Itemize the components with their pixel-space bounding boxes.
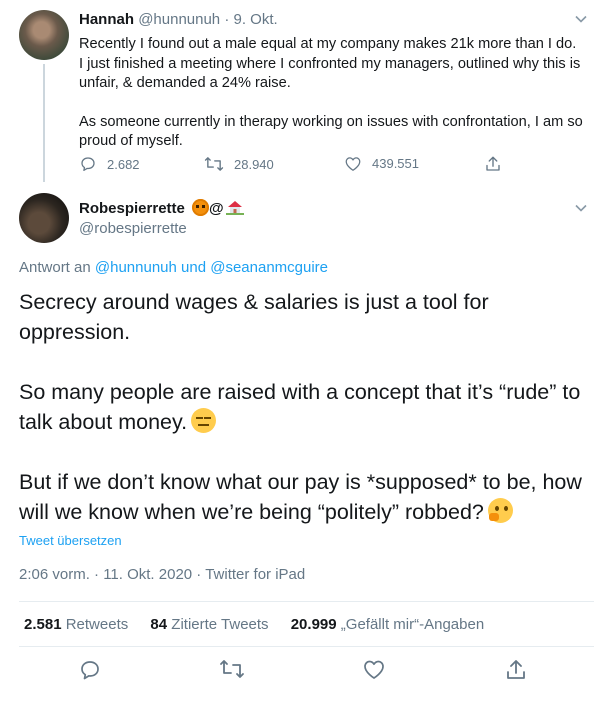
mention-link[interactable]: @seananmcguire (210, 259, 328, 276)
tweet-paragraph-text: Secrecy around wages & salaries is just … (19, 290, 489, 344)
like-button[interactable] (362, 658, 386, 680)
tweet-paragraph: As someone currently in therapy working … (79, 113, 583, 150)
tweet-timestamp[interactable]: 2:06 vorm. · 11. Okt. 2020 · Twitter for… (19, 566, 305, 583)
retweets-count: 2.581 (24, 616, 62, 633)
share-button[interactable] (504, 658, 528, 682)
chevron-down-icon[interactable] (574, 12, 588, 26)
like-button[interactable]: 439.551 (344, 155, 419, 172)
reply-tweet[interactable]: Hannah @hunnunuh · 9. Okt. Recently I fo… (0, 0, 604, 185)
replying-prefix: Antwort an (19, 259, 91, 276)
chevron-down-icon[interactable] (574, 201, 588, 215)
retweet-icon (204, 155, 224, 173)
share-icon (484, 155, 502, 173)
reply-icon (78, 658, 102, 682)
retweet-button[interactable] (219, 658, 245, 680)
tweet-text: Recently I found out a male equal at my … (79, 35, 584, 152)
replying-and: und (181, 259, 207, 276)
expressionless-face-icon (191, 408, 217, 433)
translate-link[interactable]: Tweet übersetzen (19, 533, 122, 548)
share-button[interactable] (484, 155, 502, 173)
retweet-button[interactable]: 28.940 (204, 155, 274, 173)
retweet-icon (219, 658, 245, 680)
display-name-suffix: @ (209, 200, 224, 217)
likes-count: 20.999 (290, 616, 337, 633)
retweets-label: Retweets (65, 616, 129, 633)
replying-to: Antwort an @hunnunuh und @seananmcguire (19, 259, 328, 276)
reply-button[interactable] (78, 658, 102, 682)
like-icon (362, 658, 386, 680)
tweet-text: Secrecy around wages & salaries is just … (19, 287, 594, 527)
quotes-label: Zitierte Tweets (171, 616, 269, 633)
tweet-paragraph-text: So many people are raised with a concept… (19, 380, 581, 434)
house-icon (225, 199, 244, 215)
reply-count: 2.682 (107, 156, 140, 172)
thinking-face-icon (487, 498, 513, 523)
divider (19, 646, 594, 647)
tweet-header: Robespierrette @ @robespierrette (79, 199, 244, 237)
tweet-actions: 2.682 28.940 439.551 (79, 155, 509, 175)
quotes-stat[interactable]: 84 Zitierte Tweets (150, 616, 268, 633)
tweet-header: Hannah @hunnunuh · 9. Okt. (79, 11, 278, 28)
share-icon (504, 658, 528, 682)
display-name[interactable]: Robespierrette (79, 200, 185, 217)
tweet-date[interactable]: 9. Okt. (234, 11, 278, 28)
tweet-stats: 2.581 Retweets 84 Zitierte Tweets 20.999… (24, 616, 502, 633)
like-icon (344, 155, 362, 172)
like-count: 439.551 (372, 156, 419, 171)
mention-link[interactable]: @hunnunuh (95, 259, 177, 276)
pumpkin-icon (192, 199, 210, 216)
retweets-stat[interactable]: 2.581 Retweets (24, 616, 128, 633)
retweet-count: 28.940 (234, 156, 274, 172)
reply-button[interactable]: 2.682 (79, 155, 140, 173)
user-handle[interactable]: @robespierrette (79, 220, 244, 237)
divider (19, 601, 594, 602)
likes-stat[interactable]: 20.999 „Gefällt mir“-Angaben (291, 616, 484, 633)
avatar[interactable] (19, 193, 69, 243)
quotes-count: 84 (150, 616, 168, 633)
avatar[interactable] (19, 10, 69, 60)
tweet-paragraph: Recently I found out a male equal at my … (79, 36, 581, 91)
reply-icon (79, 155, 97, 173)
tweet-actions-large (0, 658, 604, 688)
tweet-paragraph: But if we don’t know what our pay is *su… (19, 467, 594, 527)
tweet-paragraph: So many people are raised with a concept… (19, 377, 594, 437)
display-name[interactable]: Hannah (79, 11, 134, 28)
likes-label: „Gefällt mir“-Angaben (340, 616, 485, 633)
tweet-paragraph: Secrecy around wages & salaries is just … (19, 287, 594, 347)
thread-connector (43, 64, 45, 182)
separator: · (224, 11, 230, 28)
user-handle[interactable]: @hunnunuh (138, 11, 220, 28)
